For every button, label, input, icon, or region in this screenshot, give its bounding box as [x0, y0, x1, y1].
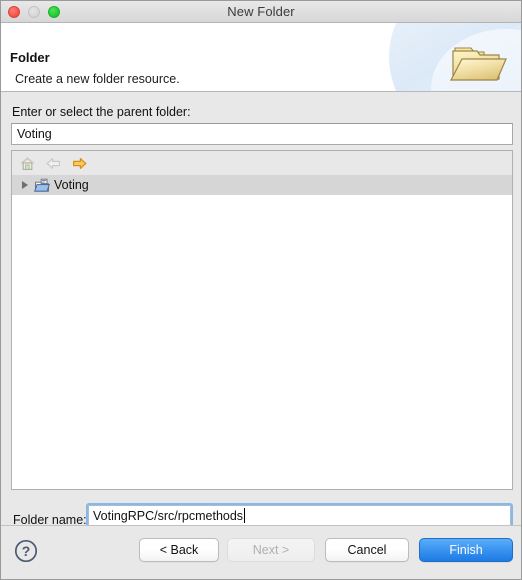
next-button: Next >: [227, 538, 315, 562]
folder-tree-panel: Voting: [11, 150, 513, 490]
help-icon[interactable]: ?: [14, 539, 38, 563]
folder-name-field-inner[interactable]: VotingRPC/src/rpcmethods: [88, 505, 511, 526]
forward-arrow-icon[interactable]: [71, 155, 88, 172]
back-arrow-icon[interactable]: [45, 155, 62, 172]
tree-item-voting[interactable]: Voting: [12, 175, 512, 195]
title-bar: New Folder: [1, 1, 521, 23]
folder-icon: [450, 47, 507, 81]
dialog-body: Enter or select the parent folder: Votin…: [1, 92, 521, 560]
folder-name-value: VotingRPC/src/rpcmethods: [93, 508, 244, 523]
parent-folder-label: Enter or select the parent folder:: [12, 105, 191, 119]
page-description: Create a new folder resource.: [15, 72, 180, 86]
text-caret: [244, 508, 246, 523]
tree-item-label: Voting: [54, 178, 89, 192]
parent-folder-input[interactable]: [11, 123, 513, 145]
home-icon[interactable]: [19, 155, 36, 172]
back-button[interactable]: < Back: [139, 538, 219, 562]
tree-toolbar: [12, 151, 512, 175]
new-folder-dialog: New Folder Folder Create a new folder re…: [0, 0, 522, 580]
close-button[interactable]: [8, 5, 20, 18]
window-title: New Folder: [227, 4, 295, 19]
page-title: Folder: [10, 50, 50, 65]
finish-button[interactable]: Finish: [419, 538, 513, 562]
maximize-button[interactable]: [48, 5, 60, 18]
minimize-button[interactable]: [28, 5, 40, 18]
cancel-button[interactable]: Cancel: [325, 538, 409, 562]
window-controls: [8, 1, 60, 22]
dialog-header: Folder Create a new folder resource.: [1, 23, 521, 92]
svg-text:?: ?: [22, 543, 31, 559]
project-folder-icon: [34, 178, 50, 192]
chevron-right-icon[interactable]: [22, 181, 28, 189]
dialog-button-bar: ? < Back Next > Cancel Finish: [1, 525, 521, 579]
tree-rows: Voting: [12, 175, 512, 489]
